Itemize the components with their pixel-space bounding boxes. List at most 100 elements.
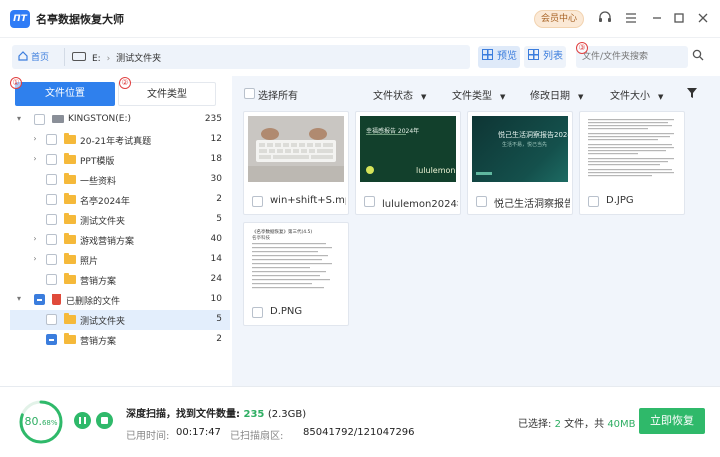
tree-checkbox[interactable]	[46, 134, 57, 145]
expand-icon[interactable]: ›	[30, 154, 40, 164]
tree-checkbox[interactable]	[46, 154, 57, 165]
tree-checkbox[interactable]	[34, 114, 45, 125]
tree-checkbox[interactable]	[34, 294, 45, 305]
tree-count: 14	[210, 254, 222, 264]
stop-button[interactable]	[96, 412, 113, 429]
tree-item[interactable]: › 游戏营销方案 40	[10, 230, 230, 250]
file-card[interactable]: D.JPG	[579, 111, 685, 215]
expand-icon[interactable]: ›	[30, 254, 40, 264]
search-icon[interactable]	[692, 49, 704, 61]
file-checkbox[interactable]	[252, 196, 263, 207]
folder-icon	[64, 213, 76, 224]
folder-icon	[64, 193, 76, 204]
tree-item[interactable]: › PPT模版 18	[10, 150, 230, 170]
tree-label: 游戏营销方案	[80, 237, 135, 247]
close-icon[interactable]	[696, 11, 710, 25]
tree-checkbox[interactable]	[46, 254, 57, 265]
tree-checkbox[interactable]	[46, 194, 57, 205]
file-card[interactable]: win+shift+S.mp4	[243, 111, 349, 215]
tree-label: 营销方案	[80, 337, 117, 347]
headset-icon[interactable]	[598, 11, 612, 25]
tree-item[interactable]: 测试文件夹 5	[10, 210, 230, 230]
tree-item[interactable]: 一些资料 30	[10, 170, 230, 190]
expand-icon[interactable]: ›	[30, 134, 40, 144]
sectors-label: 已扫描扇区:	[230, 431, 284, 442]
caret-down-icon: ▼	[500, 93, 506, 101]
column-header-row: 选择所有 文件状态 ▼ 文件类型 ▼ 修改日期 ▼ 文件大小 ▼	[232, 82, 720, 102]
select-all-label[interactable]: 选择所有	[258, 87, 298, 102]
collapse-icon[interactable]: ▾	[14, 294, 24, 304]
tree-item[interactable]: 营销方案 2	[10, 330, 230, 350]
menu-icon[interactable]	[624, 11, 638, 25]
column-size[interactable]: 文件大小 ▼	[610, 87, 663, 102]
file-name: D.PNG	[270, 306, 303, 317]
maximize-icon[interactable]	[672, 11, 686, 25]
file-card[interactable]: 《名亭数据恢复》第三代(4.5) 名亭科技 D.PNG	[243, 222, 349, 326]
collapse-icon[interactable]: ▾	[14, 114, 24, 124]
tree-item[interactable]: 名亭2024年 2	[10, 190, 230, 210]
app-logo: ПТ	[10, 10, 30, 28]
folder-icon	[64, 233, 76, 244]
view-list-button[interactable]: 列表	[524, 46, 566, 68]
tab-file-location[interactable]: 文件位置	[15, 82, 115, 106]
file-checkbox[interactable]	[476, 196, 487, 207]
tab-file-type[interactable]: 文件类型	[118, 82, 216, 106]
tree-label: 营销方案	[80, 277, 117, 287]
thumb-brand: lululemon	[416, 166, 456, 175]
tree-checkbox[interactable]	[46, 334, 57, 345]
file-card[interactable]: 幸福感报告 2024年 lululemon lululemon2024年	[355, 111, 461, 215]
tree-count: 235	[204, 114, 222, 124]
file-name: lululemon2024年	[382, 199, 458, 210]
file-checkbox[interactable]	[588, 196, 599, 207]
filter-icon[interactable]	[687, 88, 697, 98]
preview-grid-icon	[482, 49, 493, 60]
folder-icon	[64, 133, 76, 144]
selection-mid: 文件，共	[564, 419, 605, 430]
tree-label: 一些资料	[80, 177, 117, 187]
tree-count: 2	[216, 334, 222, 344]
marker-2: ②	[119, 77, 131, 89]
view-preview-button[interactable]: 预览	[478, 46, 520, 68]
drive-icon	[72, 52, 86, 61]
scan-summary: 深度扫描，找到文件数量: 235 (2.3GB)	[126, 405, 306, 420]
tree-item-drive[interactable]: ▾ KINGSTON(E:) 235	[10, 110, 230, 130]
column-modified[interactable]: 修改日期 ▼	[530, 87, 583, 102]
column-status[interactable]: 文件状态 ▼	[373, 87, 426, 102]
tree-item[interactable]: › 照片 14	[10, 250, 230, 270]
caret-down-icon: ▼	[658, 93, 664, 101]
tree-item-selected[interactable]: 测试文件夹 5	[10, 310, 230, 330]
vip-center-button[interactable]: 会员中心	[534, 10, 584, 28]
file-card[interactable]: 悦己生活洞察报告2024 生活不易，悦己当先 悦己生活洞察报告	[467, 111, 573, 215]
file-checkbox[interactable]	[364, 196, 375, 207]
tree-checkbox[interactable]	[46, 174, 57, 185]
tree-item[interactable]: 营销方案 24	[10, 270, 230, 290]
path-drive[interactable]: E:	[92, 54, 101, 64]
tree-count: 5	[216, 314, 222, 324]
search-input[interactable]	[576, 46, 688, 68]
column-size-label: 文件大小	[610, 91, 650, 102]
scan-file-count: 235	[243, 409, 265, 420]
stop-icon	[101, 417, 108, 424]
home-link[interactable]: 首页	[18, 50, 49, 63]
elapsed-label: 已用时间:	[126, 431, 170, 442]
tree-checkbox[interactable]	[46, 214, 57, 225]
expand-icon[interactable]: ›	[30, 234, 40, 244]
caret-down-icon: ▼	[421, 93, 427, 101]
tree-checkbox[interactable]	[46, 314, 57, 325]
tree-item-deleted[interactable]: ▾ 已删除的文件 10	[10, 290, 230, 310]
path-folder[interactable]: 测试文件夹	[116, 54, 161, 64]
path-text: E: › 测试文件夹	[92, 51, 161, 64]
recover-now-button[interactable]: 立即恢复	[639, 408, 705, 434]
tree-label: 名亭2024年	[80, 197, 130, 207]
tree-item[interactable]: › 20-21年考试真题 12	[10, 130, 230, 150]
report-thumbnail: 悦己生活洞察报告2024 生活不易，悦己当先	[472, 116, 568, 182]
tree-checkbox[interactable]	[46, 234, 57, 245]
file-checkbox[interactable]	[252, 307, 263, 318]
pause-button[interactable]	[74, 412, 91, 429]
folder-icon	[64, 173, 76, 184]
column-type[interactable]: 文件类型 ▼	[452, 87, 505, 102]
tree-checkbox[interactable]	[46, 274, 57, 285]
select-all-checkbox[interactable]	[244, 88, 255, 99]
pause-icon	[79, 417, 86, 424]
minimize-icon[interactable]	[650, 11, 664, 25]
